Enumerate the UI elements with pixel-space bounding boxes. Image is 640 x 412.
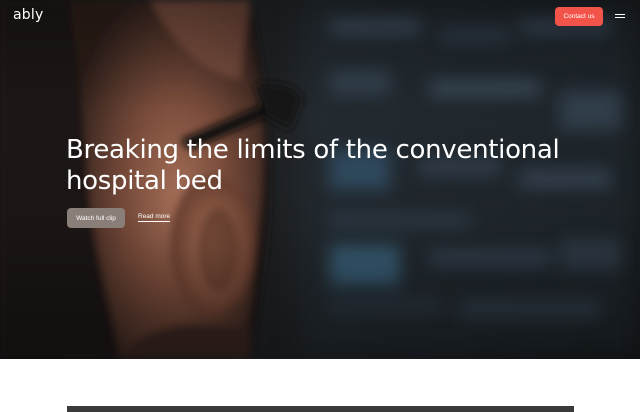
read-more-link[interactable]: Read more xyxy=(138,213,171,222)
menu-line xyxy=(615,17,625,18)
content-section xyxy=(0,359,640,412)
menu-line xyxy=(615,14,625,15)
hero-section: ably Contact us Breaking the limits of t… xyxy=(0,0,640,359)
hamburger-menu-icon[interactable] xyxy=(615,11,627,21)
watch-full-clip-button[interactable]: Watch full clip xyxy=(67,208,125,228)
brand-logo[interactable]: ably xyxy=(13,7,43,23)
hero-headline: Breaking the limits of the conventional … xyxy=(66,135,560,196)
page: ably Contact us Breaking the limits of t… xyxy=(0,0,640,412)
next-media-strip xyxy=(67,406,574,412)
contact-us-button[interactable]: Contact us xyxy=(555,7,603,26)
